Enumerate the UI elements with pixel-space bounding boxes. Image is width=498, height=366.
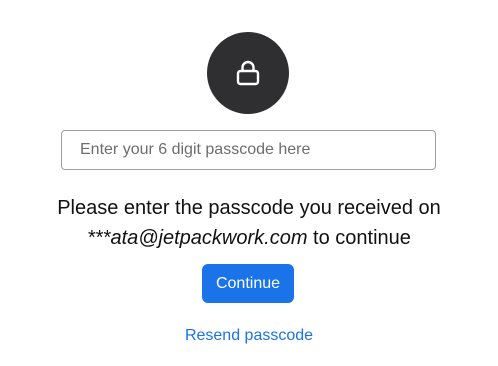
resend-container: Resend passcode [0,327,498,345]
lock-badge [207,32,289,114]
passcode-page: Please enter the passcode you received o… [0,0,498,366]
instruction-line-1: Please enter the passcode you received o… [57,197,441,219]
resend-passcode-link[interactable]: Resend passcode [185,327,313,344]
lock-icon [236,60,260,86]
continue-button[interactable]: Continue [202,264,294,303]
instruction-line-2: ***ata@jetpackwork.com to continue [0,223,498,253]
masked-email: ***ata@jetpackwork.com [87,227,308,249]
passcode-input[interactable] [61,130,436,170]
instruction-suffix: to continue [307,227,411,249]
instruction-message: Please enter the passcode you received o… [0,193,498,253]
